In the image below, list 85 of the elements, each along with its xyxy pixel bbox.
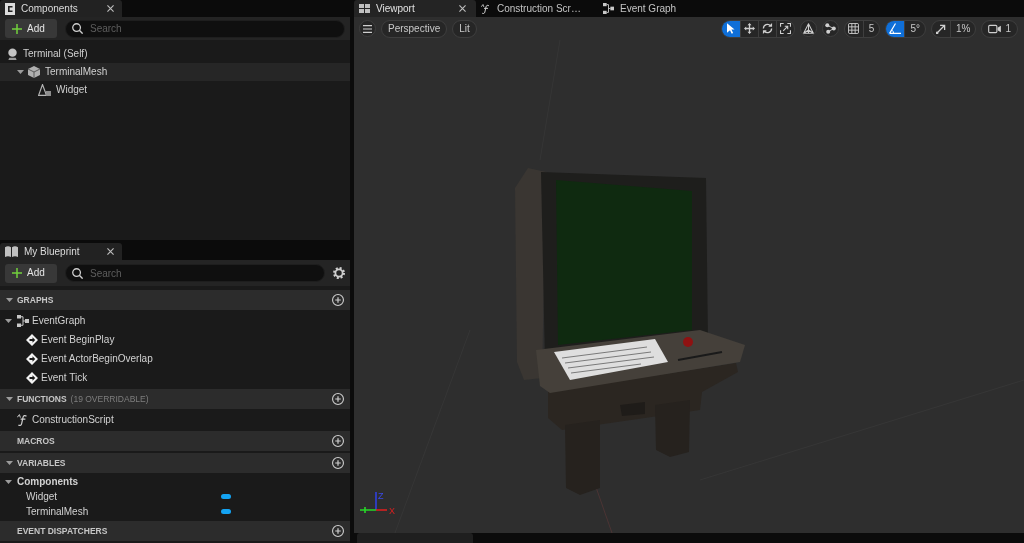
move-tool-button[interactable] bbox=[739, 20, 758, 37]
editor-tab[interactable]: Viewport bbox=[354, 0, 476, 17]
y-axis-line bbox=[359, 506, 377, 514]
search-icon bbox=[72, 267, 83, 279]
panel-tab[interactable]: My Blueprint bbox=[0, 243, 122, 260]
plus-icon bbox=[12, 23, 22, 34]
x-axis-line bbox=[375, 509, 388, 511]
event-item[interactable]: Event Tick bbox=[0, 368, 350, 387]
book-icon bbox=[5, 246, 18, 257]
add-icon[interactable] bbox=[332, 294, 344, 306]
tree-item[interactable]: Widget bbox=[0, 81, 350, 99]
graph-item[interactable]: EventGraph bbox=[0, 311, 350, 330]
z-axis-label: Z bbox=[378, 491, 384, 501]
close-icon[interactable] bbox=[107, 5, 114, 12]
caret-down-icon[interactable] bbox=[17, 70, 24, 74]
rotation-snap-toggle[interactable] bbox=[886, 20, 905, 37]
add-icon[interactable] bbox=[332, 393, 344, 405]
tree-item[interactable]: Terminal (Self) bbox=[0, 45, 350, 63]
rotation-snap-value-button[interactable]: 5° bbox=[904, 20, 925, 37]
node-graph-icon bbox=[603, 3, 614, 14]
node-graph-icon bbox=[17, 314, 29, 327]
event-item[interactable]: Event ActorBeginOverlap bbox=[0, 349, 350, 368]
panel-tab[interactable]: Components bbox=[0, 0, 122, 17]
variable-item[interactable]: TerminalMesh bbox=[0, 504, 350, 519]
menu-icon bbox=[363, 24, 372, 33]
cursor-icon bbox=[726, 23, 735, 34]
variable-item[interactable]: Widget bbox=[0, 489, 350, 504]
editor-tab[interactable]: Event Graph bbox=[598, 0, 720, 17]
function-icon bbox=[481, 3, 491, 14]
caret-down-icon[interactable] bbox=[6, 461, 13, 465]
close-icon[interactable] bbox=[107, 248, 114, 255]
grid-snap-value-button[interactable]: 5 bbox=[862, 20, 880, 37]
close-icon[interactable] bbox=[459, 5, 466, 12]
add-button[interactable]: Add bbox=[5, 263, 57, 283]
category-item[interactable]: Components bbox=[0, 474, 350, 489]
add-icon[interactable] bbox=[332, 435, 344, 447]
scale-icon bbox=[779, 23, 791, 34]
diamond-icon bbox=[26, 352, 38, 365]
bracket-icon bbox=[5, 2, 15, 15]
caret-down-icon[interactable] bbox=[5, 318, 12, 323]
menu-button[interactable] bbox=[359, 20, 376, 37]
caret-down-icon[interactable] bbox=[6, 298, 13, 302]
section-header[interactable]: MACROS bbox=[0, 431, 350, 451]
search-field[interactable]: Search bbox=[65, 19, 345, 38]
scale-tool-button[interactable] bbox=[775, 20, 794, 37]
surface-snap-button[interactable] bbox=[799, 20, 817, 37]
diamond-icon bbox=[26, 371, 38, 384]
diagonal-arrow-icon bbox=[936, 23, 946, 34]
cube-icon bbox=[28, 66, 40, 78]
window-grid-icon bbox=[359, 4, 370, 13]
plus-icon bbox=[12, 268, 22, 278]
search-icon bbox=[72, 23, 83, 34]
nodes-icon bbox=[824, 23, 836, 34]
search-field[interactable]: Search bbox=[65, 264, 325, 282]
event-item[interactable]: Event BeginPlay bbox=[0, 330, 350, 349]
camera-icon bbox=[988, 23, 1002, 34]
x-axis-label: X bbox=[389, 506, 395, 516]
section-header[interactable]: EVENT DISPATCHERS bbox=[0, 521, 350, 541]
diamond-icon bbox=[26, 333, 38, 346]
settings-icon[interactable] bbox=[333, 267, 345, 279]
rotate-icon bbox=[761, 23, 773, 34]
lighting-mode-button[interactable]: Lit bbox=[452, 19, 477, 38]
add-icon[interactable] bbox=[332, 525, 344, 537]
add-button[interactable]: Add bbox=[5, 19, 57, 38]
add-icon[interactable] bbox=[332, 457, 344, 469]
function-icon bbox=[17, 413, 29, 426]
function-item[interactable]: ConstructionScript bbox=[0, 410, 350, 429]
caret-down-icon[interactable] bbox=[5, 479, 12, 484]
tree-item[interactable]: TerminalMesh bbox=[0, 63, 350, 81]
grid-icon bbox=[848, 23, 860, 34]
scale-snap-value-button[interactable]: 1% bbox=[950, 20, 976, 37]
angle-icon bbox=[889, 23, 902, 34]
view-mode-button[interactable]: Perspective bbox=[381, 19, 448, 38]
z-axis-line bbox=[375, 491, 377, 511]
coordinate-space-button[interactable] bbox=[821, 20, 839, 37]
editor-tab[interactable]: Construction Scr… bbox=[476, 0, 598, 17]
sphere-icon bbox=[7, 48, 18, 60]
pyramid-icon bbox=[802, 23, 814, 34]
select-tool-button[interactable] bbox=[721, 20, 740, 37]
section-header[interactable]: FUNCTIONS (19 OVERRIDABLE) bbox=[0, 389, 350, 409]
caret-down-icon[interactable] bbox=[6, 397, 13, 401]
section-header[interactable]: VARIABLES bbox=[0, 453, 350, 473]
camera-speed-button[interactable]: 1 bbox=[981, 19, 1018, 38]
move-icon bbox=[743, 23, 755, 34]
section-header[interactable]: GRAPHS bbox=[0, 290, 350, 310]
